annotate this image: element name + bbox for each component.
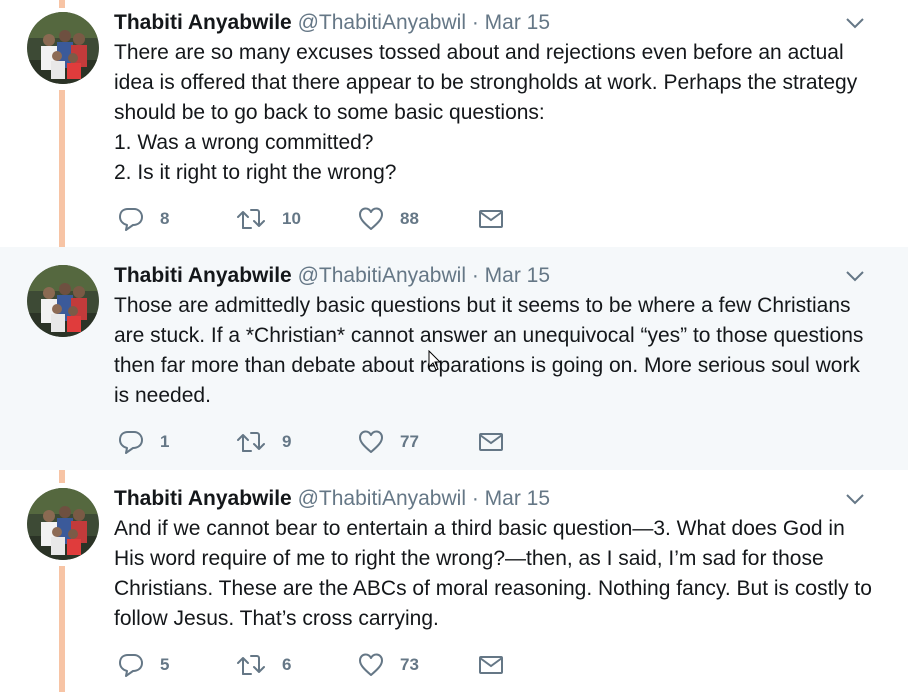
like-icon xyxy=(359,653,383,676)
reply-count: 5 xyxy=(160,655,170,674)
display-name[interactable]: Thabiti Anyabwile xyxy=(114,487,292,510)
tweet-date[interactable]: Mar 15 xyxy=(485,11,550,34)
tweet-3[interactable]: Thabiti Anyabwile @ThabitiAnyabwil · Mar… xyxy=(0,470,908,692)
avatar[interactable] xyxy=(27,488,99,560)
separator-dot: · xyxy=(471,487,479,510)
chevron-down-icon[interactable] xyxy=(845,269,865,283)
user-handle[interactable]: @ThabitiAnyabwil xyxy=(298,264,466,287)
retweet-count: 6 xyxy=(282,655,292,674)
dm-button[interactable] xyxy=(478,428,504,456)
reply-icon xyxy=(119,654,143,677)
like-button[interactable]: 88 xyxy=(358,205,419,233)
separator-dot: · xyxy=(471,11,479,34)
reply-count: 1 xyxy=(160,432,170,451)
reply-button[interactable]: 8 xyxy=(118,205,169,233)
dm-button[interactable] xyxy=(478,205,504,233)
tweet-text: And if we cannot bear to entertain a thi… xyxy=(114,514,874,634)
retweet-button[interactable]: 6 xyxy=(236,651,291,679)
reply-button[interactable]: 1 xyxy=(118,428,169,456)
avatar[interactable] xyxy=(27,12,99,84)
retweet-button[interactable]: 10 xyxy=(236,205,301,233)
tweet-text-line: 1. Was a wrong committed? xyxy=(114,131,374,154)
tweet-header: Thabiti Anyabwile @ThabitiAnyabwil · Mar… xyxy=(114,264,868,288)
tweet-1[interactable]: Thabiti Anyabwile @ThabitiAnyabwil · Mar… xyxy=(0,0,908,247)
reply-count: 8 xyxy=(160,209,170,228)
like-button[interactable]: 77 xyxy=(358,428,419,456)
retweet-icon xyxy=(237,432,265,452)
retweet-count: 9 xyxy=(282,432,292,451)
reply-icon xyxy=(119,431,143,454)
tweet-header: Thabiti Anyabwile @ThabitiAnyabwil · Mar… xyxy=(114,487,868,511)
tweet-text-line: There are so many excuses tossed about a… xyxy=(114,41,858,124)
separator-dot: · xyxy=(471,264,479,287)
user-handle[interactable]: @ThabitiAnyabwil xyxy=(298,11,466,34)
retweet-count: 10 xyxy=(282,209,301,228)
tweet-date[interactable]: Mar 15 xyxy=(485,264,550,287)
retweet-button[interactable]: 9 xyxy=(236,428,291,456)
mail-icon xyxy=(479,433,503,451)
avatar[interactable] xyxy=(27,265,99,337)
like-count: 77 xyxy=(400,432,419,451)
tweet-text-line: And if we cannot bear to entertain a thi… xyxy=(114,517,872,630)
tweet-2[interactable]: Thabiti Anyabwile @ThabitiAnyabwil · Mar… xyxy=(0,247,908,470)
mail-icon xyxy=(479,210,503,228)
like-count: 88 xyxy=(400,209,419,228)
dm-button[interactable] xyxy=(478,651,504,679)
mail-icon xyxy=(479,656,503,674)
tweet-text-line: Those are admittedly basic questions but… xyxy=(114,294,864,407)
tweet-header: Thabiti Anyabwile @ThabitiAnyabwil · Mar… xyxy=(114,11,868,35)
tweet-text-line: 2. Is it right to right the wrong? xyxy=(114,161,397,184)
retweet-icon xyxy=(237,209,265,229)
like-count: 73 xyxy=(400,655,419,674)
display-name[interactable]: Thabiti Anyabwile xyxy=(114,11,292,34)
display-name[interactable]: Thabiti Anyabwile xyxy=(114,264,292,287)
like-button[interactable]: 73 xyxy=(358,651,419,679)
like-icon xyxy=(359,207,383,230)
reply-button[interactable]: 5 xyxy=(118,651,169,679)
tweet-date[interactable]: Mar 15 xyxy=(485,487,550,510)
tweet-text: Those are admittedly basic questions but… xyxy=(114,291,874,411)
reply-icon xyxy=(119,208,143,231)
mouse-cursor-icon xyxy=(428,350,442,371)
chevron-down-icon[interactable] xyxy=(845,16,865,30)
chevron-down-icon[interactable] xyxy=(845,492,865,506)
user-handle[interactable]: @ThabitiAnyabwil xyxy=(298,487,466,510)
retweet-icon xyxy=(237,655,265,675)
like-icon xyxy=(359,430,383,453)
tweet-text: There are so many excuses tossed about a… xyxy=(114,38,874,188)
